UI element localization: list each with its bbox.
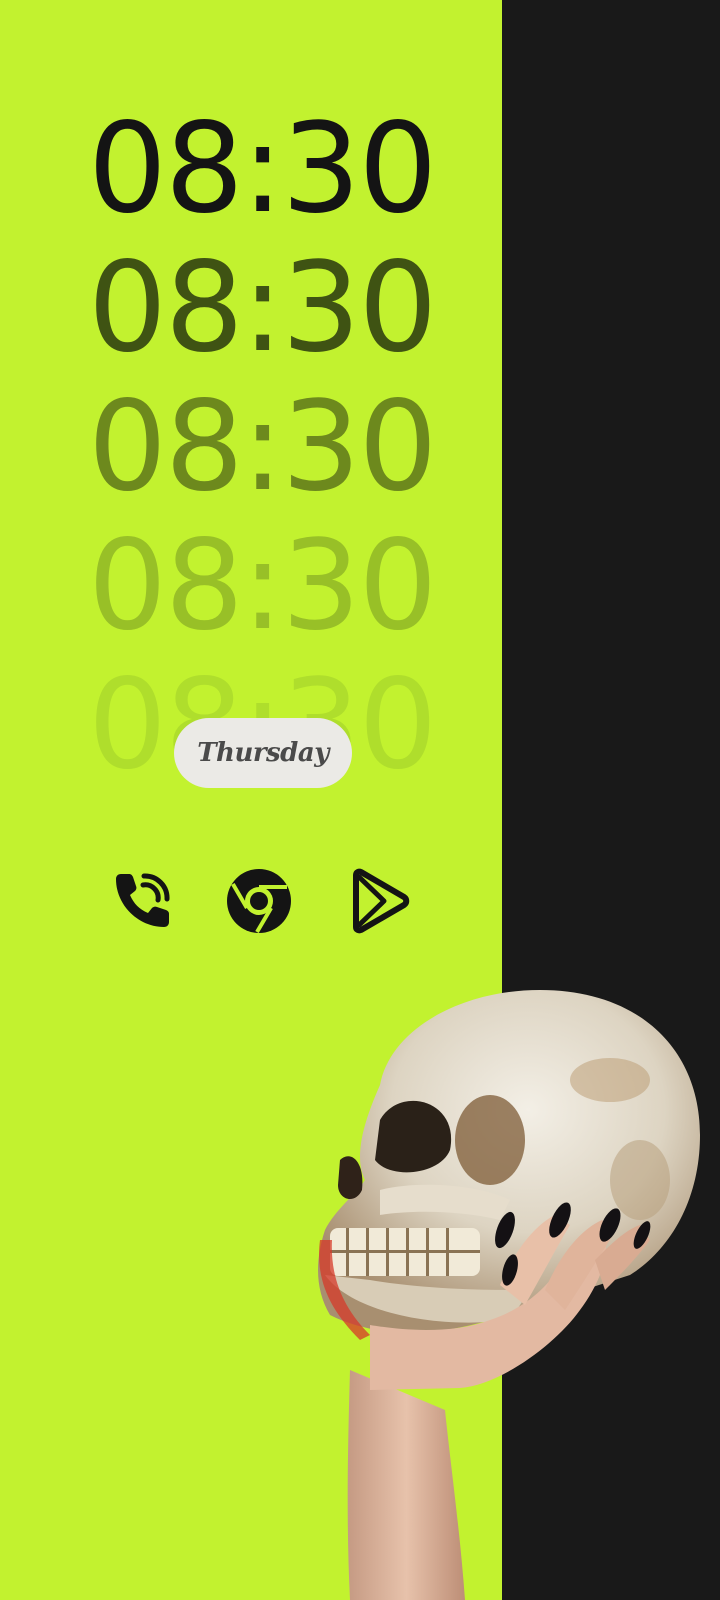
lock-screen: 08:30 08:30 08:30 08:30 08:30 Thursday bbox=[0, 0, 720, 1600]
day-label: Thursday bbox=[197, 738, 329, 768]
clock-time-primary: 08:30 bbox=[88, 97, 437, 241]
play-store-icon[interactable] bbox=[344, 866, 414, 936]
clock-stack: 08:30 08:30 08:30 08:30 08:30 bbox=[88, 100, 448, 795]
clock-time-echo: 08:30 bbox=[88, 375, 437, 519]
clock-time-echo: 08:30 bbox=[88, 514, 437, 658]
skull-photo bbox=[310, 990, 720, 1600]
chrome-icon[interactable] bbox=[224, 866, 294, 936]
phone-icon[interactable] bbox=[106, 866, 176, 936]
day-pill[interactable]: Thursday bbox=[174, 718, 352, 788]
app-dock bbox=[100, 866, 420, 936]
clock-time-echo: 08:30 bbox=[88, 236, 437, 380]
